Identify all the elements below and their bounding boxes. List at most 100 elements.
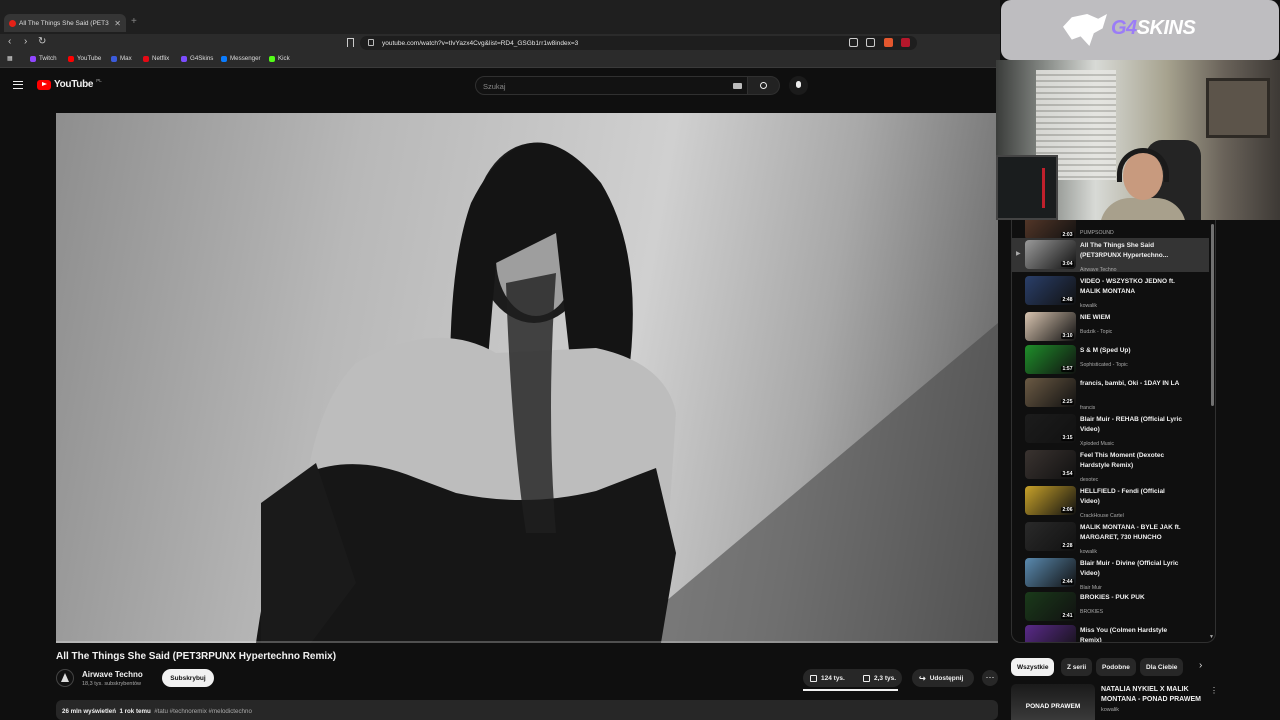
playlist-item-title: Blair Muir - Divine (Official Lyric Vide… — [1080, 560, 1179, 577]
tab-title: All The Things She Said (PET3 — [19, 19, 109, 27]
netflix-icon — [143, 55, 149, 62]
playlist-item[interactable]: 2:25 francis, bambi, Oki - 1DAY IN LA fran… — [1012, 376, 1209, 411]
scroll-down-icon[interactable]: ▼ — [1209, 634, 1214, 640]
share-label: Udostępnij — [929, 674, 964, 682]
close-tab-icon[interactable]: ✕ — [114, 19, 121, 28]
more-actions-icon[interactable]: ⋯ — [982, 670, 998, 686]
video-progress-bar[interactable] — [56, 641, 998, 643]
playlist-item[interactable]: Miss You (Colmen Hardstyle Remix) — [1012, 623, 1209, 643]
chip-from-series[interactable]: Z serii — [1061, 658, 1093, 676]
bookmark-twitch[interactable]: Twitch — [30, 55, 57, 62]
like-count: 124 tys. — [821, 674, 845, 682]
playlist-item-title: (PUMPSOUND Remix) — [1080, 220, 1185, 222]
logo-text: YouTube — [54, 79, 94, 90]
playlist-thumbnail[interactable]: 2:44 — [1025, 558, 1076, 587]
youtube-logo[interactable]: YouTube PL — [37, 78, 102, 90]
playlist-item[interactable]: 3:15 Blair Muir - REHAB (Official Lyric V… — [1012, 412, 1209, 447]
playlist-item[interactable]: 2:48 VIDEO - WSZYSTKO JEDNO ft. MALIK MON… — [1012, 274, 1209, 309]
playlist-item-title: Miss You (Colmen Hardstyle Remix) — [1080, 627, 1168, 643]
back-icon[interactable]: ‹ — [8, 36, 11, 47]
bookmark-youtube[interactable]: YouTube — [68, 55, 101, 62]
bookmark-netflix[interactable]: Netflix — [143, 55, 169, 62]
country-code: PL — [96, 78, 102, 83]
playlist-item-title: BROKIES - PUK PUK — [1080, 594, 1145, 601]
playlist-thumbnail[interactable]: 2:06 — [1025, 486, 1076, 515]
duration-badge: 2:25 — [1060, 399, 1074, 405]
playlist-item[interactable]: 1:57 S & M (Sped Up) Sophisticated - Topic — [1012, 343, 1209, 377]
playlist-thumbnail[interactable] — [1025, 625, 1076, 642]
playlist-thumbnail[interactable]: 2:03 — [1025, 220, 1076, 240]
thumbs-down-icon — [863, 674, 870, 682]
playlist-thumbnail[interactable]: 3:10 — [1025, 312, 1076, 341]
playlist-thumbnail[interactable]: 3:04 — [1025, 240, 1076, 269]
browser-tab[interactable]: All The Things She Said (PET3 ✕ — [4, 14, 126, 32]
playlist-item[interactable]: ▶ 3:04 All The Things She Said (PET3RPUNX … — [1012, 238, 1209, 273]
playlist-item[interactable]: 3:10 NIE WIEM Budzik - Topic — [1012, 310, 1209, 344]
playlist-thumbnail[interactable]: 2:48 — [1025, 276, 1076, 305]
webcam-feed — [996, 60, 1280, 220]
recommendation-title[interactable]: NATALIA NYKIEL X MALIK MONTANA - PONAD P… — [1101, 685, 1201, 705]
playlist-item-channel: PUMPSOUND — [1080, 230, 1114, 236]
url-text: youtube.com/watch?v=tIvYazx4Cvg&list=RD4… — [382, 39, 579, 47]
keyboard-icon[interactable] — [733, 83, 742, 89]
playlist-item[interactable]: 2:41 BROKIES - PUK PUK BROKIES — [1012, 590, 1209, 624]
bookmark-kick[interactable]: Kick — [269, 55, 290, 62]
search-input[interactable]: Szukaj — [475, 76, 748, 95]
duration-badge: 3:54 — [1060, 471, 1074, 477]
playlist-item[interactable]: 2:06 HELLFIELD - Fendi (Official Video) Cr… — [1012, 484, 1209, 519]
new-tab-icon[interactable]: + — [131, 16, 137, 27]
playlist-item-title: MALIK MONTANA - BYLE JAK ft. MARGARET, 7… — [1080, 524, 1181, 541]
share-icon: ↪ — [919, 673, 926, 683]
chevron-right-icon[interactable]: › — [1199, 660, 1202, 671]
recommendation-channel[interactable]: kowalik — [1101, 707, 1119, 713]
like-button[interactable]: 124 tys. — [806, 669, 845, 687]
more-options-icon[interactable]: ⋮ — [1210, 686, 1218, 695]
cast-icon[interactable] — [849, 38, 858, 47]
extension-icon[interactable] — [901, 38, 910, 47]
channel-avatar[interactable] — [56, 669, 74, 687]
voice-search-button[interactable] — [789, 76, 808, 95]
playlist-thumbnail[interactable]: 3:15 — [1025, 414, 1076, 443]
playlist-thumbnail[interactable]: 3:54 — [1025, 450, 1076, 479]
dislike-count: 2,3 tys. — [874, 674, 897, 682]
apps-icon[interactable]: ▦ — [7, 55, 13, 62]
share-page-icon[interactable] — [866, 38, 875, 47]
playlist-item-channel: Budzik - Topic — [1080, 329, 1113, 335]
dislike-button[interactable]: 2,3 tys. — [860, 669, 896, 687]
share-button[interactable]: ↪ Udostępnij — [912, 669, 974, 687]
playlist-item[interactable]: 2:44 Blair Muir - Divine (Official Lyric … — [1012, 556, 1209, 591]
chip-for-you[interactable]: Dla Ciebie — [1140, 658, 1184, 676]
bookmark-messenger[interactable]: Messenger — [221, 55, 261, 62]
subscribe-button[interactable]: Subskrybuj — [162, 669, 214, 687]
g4skins-icon — [181, 55, 187, 62]
duration-badge: 2:28 — [1060, 543, 1074, 549]
bookmark-page-icon[interactable] — [347, 38, 354, 47]
duration-badge: 2:48 — [1060, 297, 1074, 303]
channel-name[interactable]: Airwave Techno — [82, 670, 143, 679]
playlist-thumbnail[interactable]: 2:41 — [1025, 592, 1076, 621]
microphone-icon — [796, 81, 801, 88]
playlist-item[interactable]: 3:54 Feel This Moment (Dexotec Hardstyle … — [1012, 448, 1209, 483]
chip-related[interactable]: Podobne — [1096, 658, 1136, 676]
browser-tab-bar — [0, 0, 1000, 34]
site-info-icon[interactable] — [368, 39, 374, 46]
video-player[interactable] — [56, 113, 998, 643]
playlist-scrollbar[interactable] — [1211, 224, 1214, 406]
chip-all[interactable]: Wszystkie — [1011, 658, 1055, 676]
recommendation-thumbnail[interactable]: PONAD PRAWEM — [1011, 684, 1095, 720]
brave-shield-icon[interactable] — [884, 38, 893, 47]
playlist-item-channel: CrackHouse Cartel — [1080, 513, 1124, 519]
reload-icon[interactable]: ↻ — [38, 36, 46, 47]
bookmark-max[interactable]: Max — [111, 55, 132, 62]
menu-icon[interactable] — [13, 81, 23, 89]
playlist-thumbnail[interactable]: 2:28 — [1025, 522, 1076, 551]
forward-icon[interactable]: › — [24, 36, 27, 47]
playlist-item-title: Feel This Moment (Dexotec Hardstyle Remi… — [1080, 452, 1165, 469]
search-button[interactable] — [748, 76, 780, 95]
playlist-thumbnail[interactable]: 2:25 — [1025, 378, 1076, 407]
bookmark-g4skins[interactable]: G4Skins — [181, 55, 213, 62]
url-field[interactable]: youtube.com/watch?v=tIvYazx4Cvg&list=RD4… — [360, 36, 917, 50]
playlist-item[interactable]: 2:28 MALIK MONTANA - BYLE JAK ft. MARGARE… — [1012, 520, 1209, 555]
playlist-thumbnail[interactable]: 1:57 — [1025, 345, 1076, 374]
hashtags[interactable]: #tatu #technoremix #melodictechno — [154, 708, 252, 715]
